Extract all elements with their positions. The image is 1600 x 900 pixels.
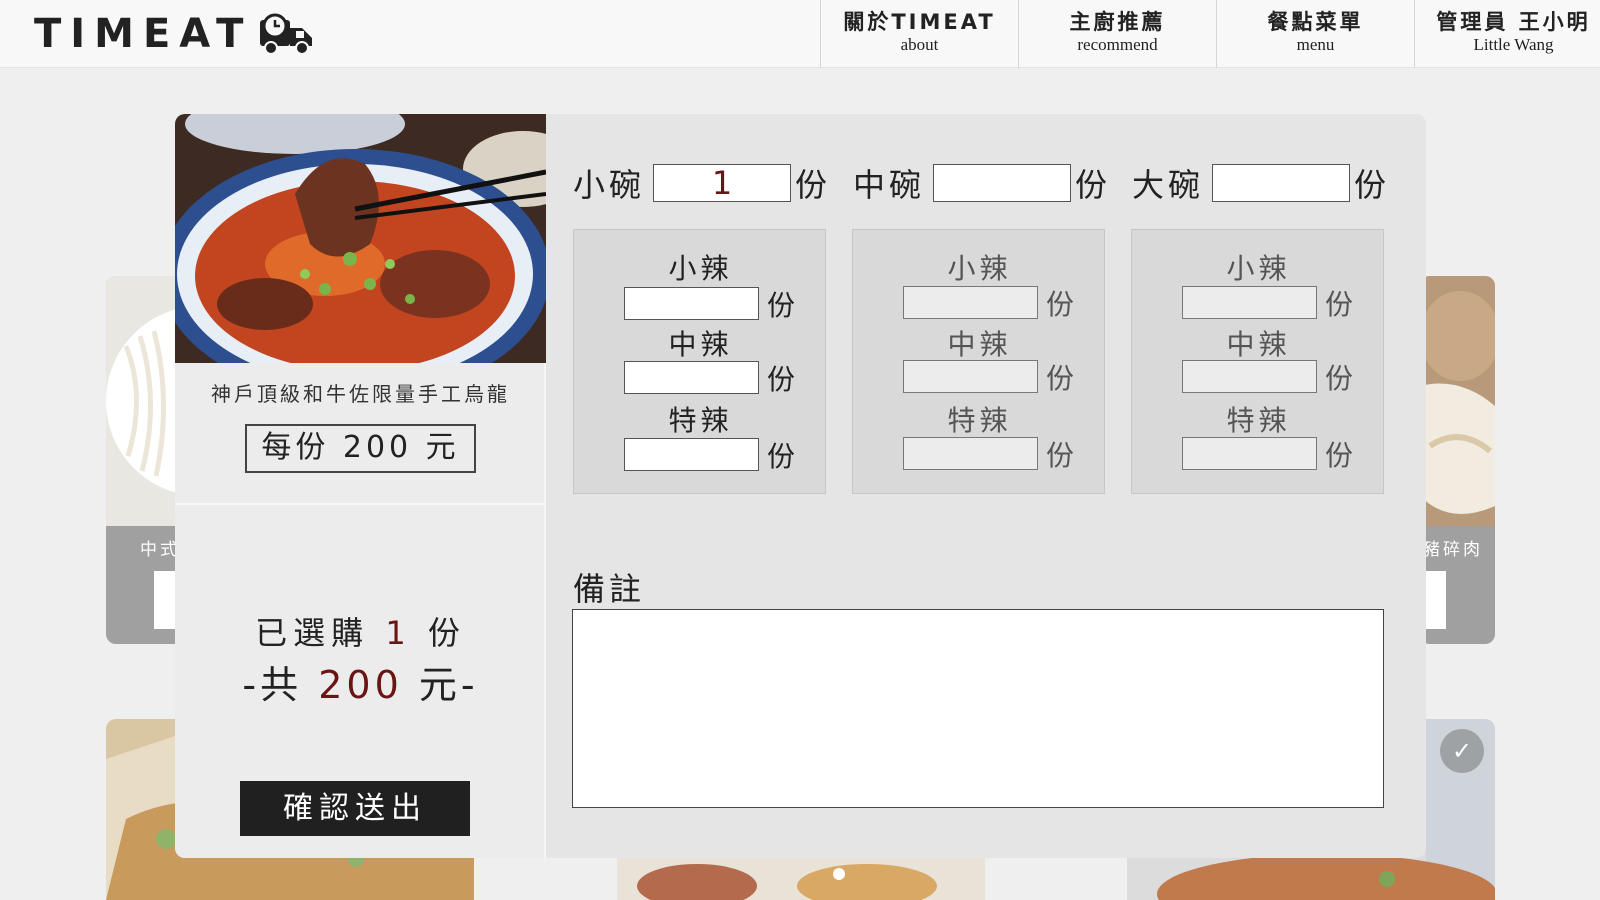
spice-mild-qty-input[interactable] xyxy=(624,287,759,320)
order-total-prefix: -共 xyxy=(242,663,303,707)
spice-mild-label: 小辣 xyxy=(668,252,733,285)
spice-mild-label: 小辣 xyxy=(1226,252,1291,285)
order-count-unit: 份 xyxy=(427,614,466,652)
order-count-prefix: 已選購 xyxy=(255,614,370,652)
confirm-submit-button[interactable]: 確認送出 xyxy=(240,781,470,836)
dish-info-panel: 神戶頂級和牛佐限量手工烏龍 每份 200 元 已選購 1 份 -共 200 元-… xyxy=(175,114,546,858)
bowl-small-qty-input[interactable] xyxy=(653,164,792,202)
spice-hot-qty-input[interactable] xyxy=(1182,437,1317,470)
spice-mild-unit: 份 xyxy=(767,289,796,322)
menu-card-photo xyxy=(617,856,985,900)
main-nav: 關於TIMEAT about 主廚推薦 recommend 餐點菜單 menu … xyxy=(820,0,1600,68)
spice-medium-qty-input[interactable] xyxy=(624,361,759,394)
notes-label: 備註 xyxy=(573,570,646,608)
spice-medium-qty-input[interactable] xyxy=(903,360,1038,393)
menu-card-left-top[interactable]: 中式 xyxy=(106,276,186,644)
spice-hot-label: 特辣 xyxy=(1226,404,1291,437)
spice-mild-unit: 份 xyxy=(1325,288,1354,321)
spice-medium-qty-input[interactable] xyxy=(1182,360,1317,393)
menu-card-photo xyxy=(106,276,186,526)
dish-price: 每份 200 元 xyxy=(245,424,476,473)
order-total-value: 200 xyxy=(318,663,403,707)
nav-admin-user[interactable]: 管理員 王小明 Little Wang xyxy=(1414,0,1600,68)
order-count-value: 1 xyxy=(385,614,412,652)
dish-photo xyxy=(175,114,546,363)
order-count-summary: 已選購 1 份 xyxy=(175,608,546,654)
bowl-medium-label: 中碗 xyxy=(853,166,926,204)
bowl-large-qty-input[interactable] xyxy=(1212,164,1351,202)
bowl-medium-qty-input[interactable] xyxy=(933,164,1072,202)
bowl-small-label: 小碗 xyxy=(573,166,646,204)
menu-card-photo xyxy=(1420,276,1495,526)
bowl-medium-row: 中碗 份 xyxy=(853,160,1107,206)
spice-hot-label: 特辣 xyxy=(947,404,1012,437)
nav-menu-label: 餐點菜單 xyxy=(1267,10,1364,34)
nav-about-label: 關於TIMEAT xyxy=(843,10,996,34)
spice-mild-qty-input[interactable] xyxy=(903,286,1038,319)
bowl-large-row: 大碗 份 xyxy=(1132,160,1386,206)
bowl-small-row: 小碗 份 xyxy=(573,160,827,206)
nav-admin-label: 管理員 王小明 xyxy=(1436,10,1591,34)
spice-hot-unit: 份 xyxy=(1046,439,1075,472)
logo[interactable]: TIMEAT xyxy=(34,8,316,60)
spice-hot-label: 特辣 xyxy=(668,404,733,437)
menu-card-right-top[interactable]: 豬碎肉 xyxy=(1420,276,1495,644)
spice-medium-unit: 份 xyxy=(1046,362,1075,395)
nav-menu-sublabel: menu xyxy=(1296,35,1335,54)
nav-about[interactable]: 關於TIMEAT about xyxy=(820,0,1018,68)
order-modal: 神戶頂級和牛佐限量手工烏龍 每份 200 元 已選購 1 份 -共 200 元-… xyxy=(175,114,1426,858)
top-header: TIMEAT 關於TIMEAT about 主廚推薦 recommend 餐點菜… xyxy=(0,0,1600,68)
bowl-large-label: 大碗 xyxy=(1132,166,1205,204)
spice-mild-qty-input[interactable] xyxy=(1182,286,1317,319)
spice-panel-large: 小辣 份 中辣 份 特辣 份 xyxy=(1131,229,1384,494)
spice-hot-unit: 份 xyxy=(767,440,796,473)
divider xyxy=(175,503,546,505)
spice-medium-unit: 份 xyxy=(1325,362,1354,395)
nav-admin-sublabel: Little Wang xyxy=(1473,35,1554,54)
check-circle-icon[interactable]: ✓ xyxy=(1440,729,1484,773)
order-total-unit: 元- xyxy=(418,663,479,707)
spice-hot-unit: 份 xyxy=(1325,439,1354,472)
delivery-truck-clock-icon xyxy=(260,13,313,55)
spice-hot-qty-input[interactable] xyxy=(903,437,1038,470)
nav-recommend-label: 主廚推薦 xyxy=(1069,10,1166,34)
menu-card-caption: 豬碎肉 xyxy=(1423,540,1483,560)
dish-name: 神戶頂級和牛佐限量手工烏龍 xyxy=(211,382,510,406)
nav-menu[interactable]: 餐點菜單 menu xyxy=(1216,0,1414,68)
menu-card-center-bottom[interactable] xyxy=(617,856,985,900)
spice-panel-small: 小辣 份 中辣 份 特辣 份 xyxy=(573,229,826,494)
spice-mild-label: 小辣 xyxy=(947,252,1012,285)
bowl-medium-unit: 份 xyxy=(1075,166,1108,204)
spice-medium-unit: 份 xyxy=(767,363,796,396)
spice-medium-label: 中辣 xyxy=(668,328,733,361)
order-total-summary: -共 200 元- xyxy=(175,654,546,709)
notes-textarea[interactable] xyxy=(572,609,1384,808)
nav-recommend-sublabel: recommend xyxy=(1077,35,1158,54)
bowl-small-unit: 份 xyxy=(795,166,828,204)
logo-text: TIMEAT xyxy=(34,11,253,57)
spice-mild-unit: 份 xyxy=(1046,288,1075,321)
bowl-large-unit: 份 xyxy=(1354,166,1387,204)
spice-panel-medium: 小辣 份 中辣 份 特辣 份 xyxy=(852,229,1105,494)
nav-recommend[interactable]: 主廚推薦 recommend xyxy=(1018,0,1216,68)
nav-about-sublabel: about xyxy=(900,35,939,54)
spice-hot-qty-input[interactable] xyxy=(624,438,759,471)
